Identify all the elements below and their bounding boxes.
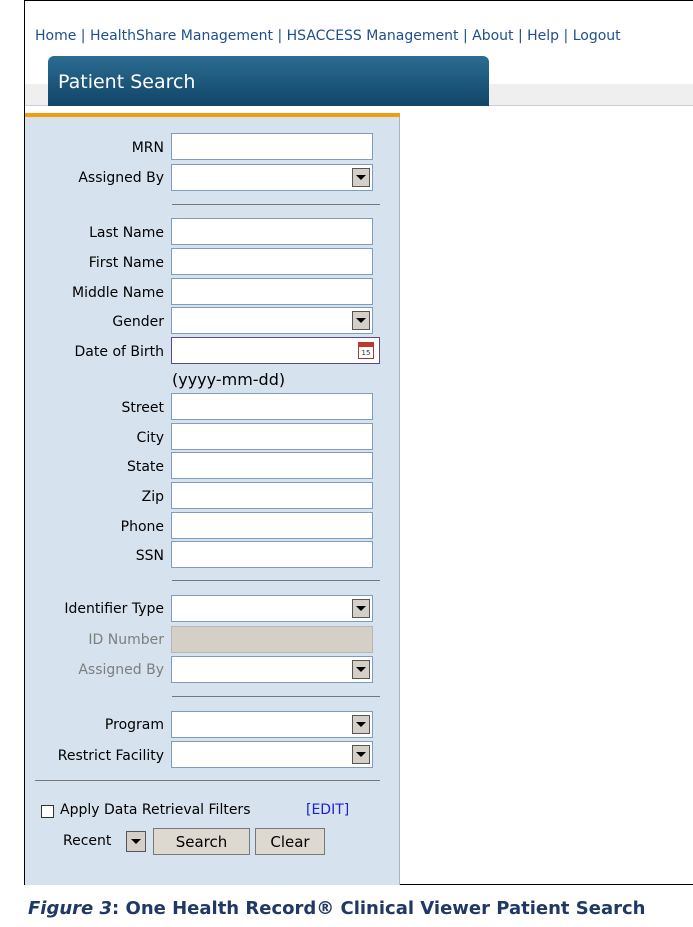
ssn-input[interactable]: [171, 541, 373, 568]
nav-logout[interactable]: Logout: [573, 28, 621, 44]
ssn-label: SSN: [135, 548, 164, 564]
panel-accent-bar: [25, 113, 400, 117]
calendar-icon[interactable]: 15: [358, 342, 374, 359]
state-input[interactable]: [171, 452, 373, 479]
identifier-type-select[interactable]: [171, 595, 373, 622]
clear-button[interactable]: Clear: [255, 828, 325, 855]
recent-label: Recent: [63, 833, 112, 849]
chevron-down-icon[interactable]: [352, 660, 370, 679]
street-input[interactable]: [171, 393, 373, 420]
assigned-by-label: Assigned By: [78, 170, 164, 186]
first-name-input[interactable]: [171, 248, 373, 275]
chevron-down-icon[interactable]: [352, 745, 370, 764]
id-number-input[interactable]: [171, 626, 373, 653]
divider: [172, 580, 380, 581]
dob-format-hint: (yyyy-mm-dd): [172, 370, 286, 389]
figure-caption-text: : One Health Record® Clinical Viewer Pat…: [112, 898, 646, 919]
top-nav: Home | HealthShare Management | HSACCESS…: [35, 28, 621, 44]
restrict-facility-label: Restrict Facility: [57, 748, 164, 764]
street-label: Street: [121, 400, 164, 416]
city-label: City: [136, 430, 164, 446]
chevron-down-icon[interactable]: [352, 715, 370, 734]
dob-label: Date of Birth: [74, 344, 164, 360]
divider: [172, 204, 380, 205]
tab-patient-search[interactable]: Patient Search: [48, 56, 489, 106]
nav-healthshare-management[interactable]: HealthShare Management: [90, 28, 273, 44]
program-label: Program: [104, 717, 164, 733]
zip-input[interactable]: [171, 482, 373, 509]
dob-input[interactable]: 15: [171, 337, 380, 364]
apply-filters-checkbox[interactable]: [41, 805, 54, 818]
nav-hsaccess-management[interactable]: HSACCESS Management: [287, 28, 459, 44]
middle-name-label: Middle Name: [72, 285, 164, 301]
nav-home[interactable]: Home: [35, 28, 76, 44]
divider: [172, 696, 380, 697]
nav-about[interactable]: About: [472, 28, 513, 44]
chevron-down-icon: [131, 839, 141, 844]
last-name-label: Last Name: [89, 225, 164, 241]
divider: [35, 780, 380, 781]
program-select[interactable]: [171, 711, 373, 738]
middle-name-input[interactable]: [171, 278, 373, 305]
state-label: State: [126, 459, 164, 475]
chevron-down-icon[interactable]: [352, 599, 370, 618]
phone-label: Phone: [120, 519, 164, 535]
gender-select[interactable]: [171, 307, 373, 334]
recent-dropdown-button[interactable]: [126, 831, 146, 852]
chevron-down-icon[interactable]: [352, 168, 370, 187]
edit-filters-link[interactable]: [EDIT]: [306, 802, 349, 818]
city-input[interactable]: [171, 423, 373, 450]
figure-caption: Figure 3: One Health Record® Clinical Vi…: [28, 898, 645, 919]
mrn-label: MRN: [131, 140, 164, 156]
phone-input[interactable]: [171, 512, 373, 539]
apply-filters-label: Apply Data Retrieval Filters: [60, 802, 251, 818]
gender-label: Gender: [112, 314, 164, 330]
last-name-input[interactable]: [171, 218, 373, 245]
id-assigned-by-label: Assigned By: [78, 662, 164, 678]
assigned-by-select[interactable]: [171, 164, 373, 191]
nav-help[interactable]: Help: [527, 28, 559, 44]
search-button[interactable]: Search: [153, 828, 250, 855]
chevron-down-icon[interactable]: [352, 311, 370, 330]
mrn-input[interactable]: [171, 133, 373, 160]
zip-label: Zip: [141, 489, 164, 505]
figure-label: Figure 3: [28, 898, 113, 919]
first-name-label: First Name: [88, 255, 164, 271]
id-assigned-by-select[interactable]: [171, 656, 373, 683]
restrict-facility-select[interactable]: [171, 741, 373, 768]
id-number-label: ID Number: [88, 632, 164, 648]
identifier-type-label: Identifier Type: [64, 601, 164, 617]
